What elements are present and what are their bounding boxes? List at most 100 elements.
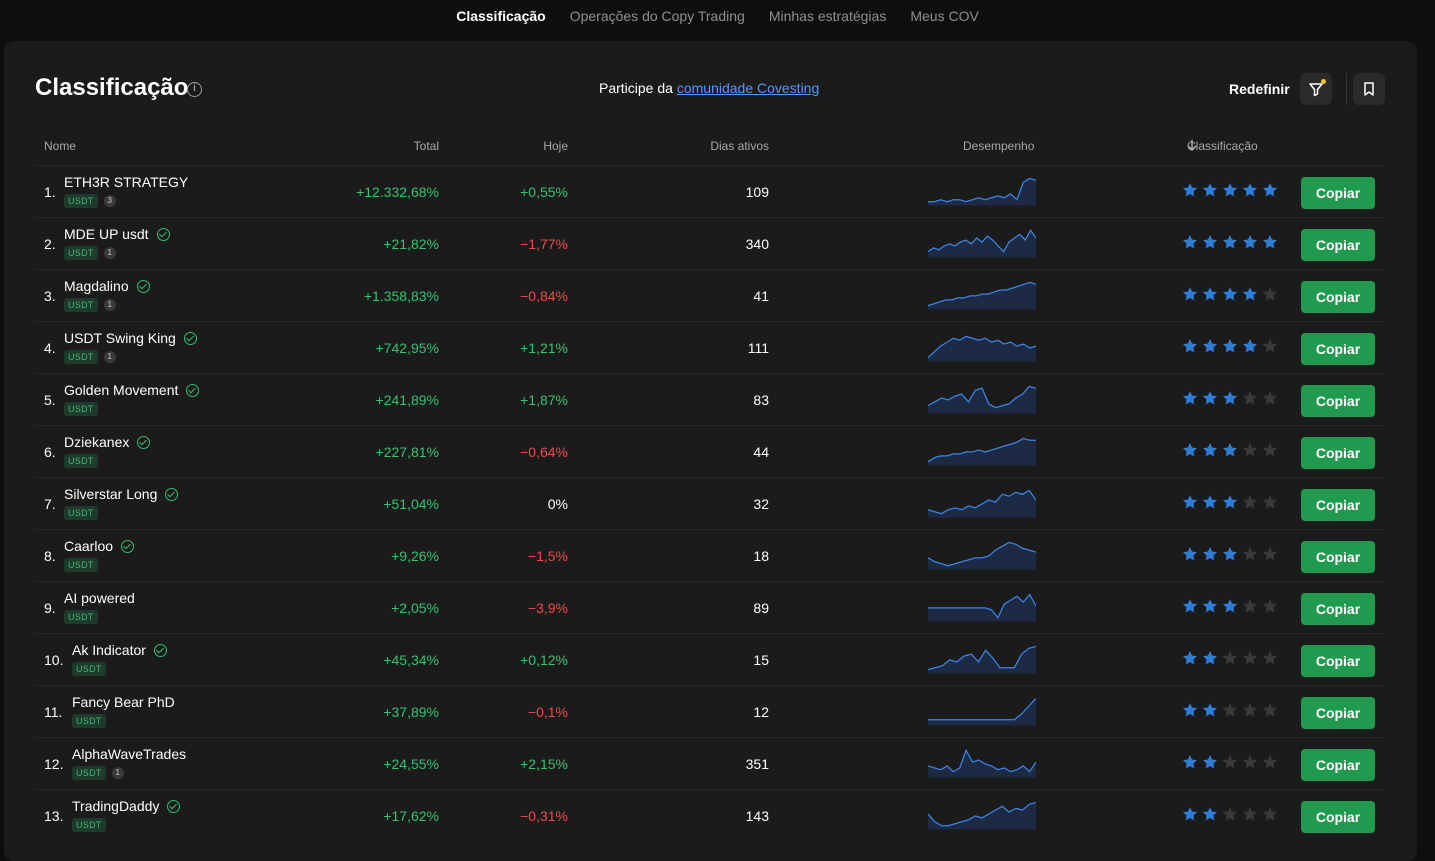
verified-icon (186, 383, 200, 397)
copy-button[interactable]: Copiar (1301, 593, 1375, 625)
active-days: 111 (747, 340, 769, 356)
currency-badge: USDT (64, 298, 98, 312)
strategy-name[interactable]: Dziekanex (64, 434, 151, 450)
star-empty-icon (1263, 547, 1277, 561)
reset-button[interactable]: Redefinir (1229, 81, 1290, 97)
table-row[interactable]: 6. Dziekanex USDT +227,81% −0,64% 44 Copiar (35, 425, 1385, 477)
star-empty-icon (1243, 807, 1257, 821)
performance-sparkline (928, 541, 1036, 570)
strategy-tags: USDT 1 (72, 766, 124, 780)
strategy-name[interactable]: Magdalino (64, 278, 150, 294)
copy-button[interactable]: Copiar (1301, 385, 1375, 417)
table-row[interactable]: 3. Magdalino USDT 1 +1.358,83% −0,84% 41 Copiar (35, 269, 1385, 321)
copy-button[interactable]: Copiar (1301, 489, 1375, 521)
table-row[interactable]: 5. Golden Movement USDT +241,89% +1,87% 83 Cop… (35, 373, 1385, 425)
verified-icon (156, 227, 170, 241)
strategy-name[interactable]: TradingDaddy (72, 798, 181, 814)
total-return: +241,89% (375, 392, 439, 408)
star-filled-icon (1203, 599, 1217, 613)
table-row[interactable]: 7. Silverstar Long USDT +51,04% 0% 32 Copiar (35, 477, 1385, 529)
total-return: +227,81% (375, 444, 439, 460)
star-empty-icon (1223, 703, 1237, 717)
star-filled-icon (1183, 235, 1197, 249)
currency-badge: USDT (64, 402, 98, 416)
performance-sparkline (928, 385, 1036, 414)
strategy-name[interactable]: USDT Swing King (64, 330, 197, 346)
today-return: +1,87% (520, 392, 568, 408)
rating-stars (1182, 286, 1278, 302)
strategy-name-label: MDE UP usdt (64, 226, 149, 242)
performance-sparkline (928, 645, 1036, 674)
strategy-name[interactable]: ETH3R STRATEGY (64, 174, 188, 190)
star-empty-icon (1243, 547, 1257, 561)
star-filled-icon (1203, 235, 1217, 249)
rank-number: 1. (44, 184, 56, 200)
col-days[interactable]: Dias ativos (710, 139, 769, 153)
currency-badge: USDT (64, 350, 98, 364)
copy-button[interactable]: Copiar (1301, 333, 1375, 365)
star-empty-icon (1243, 495, 1257, 509)
strategy-tags: USDT (72, 662, 106, 676)
performance-sparkline (928, 801, 1036, 830)
col-total[interactable]: Total (414, 139, 439, 153)
strategy-name[interactable]: AI powered (64, 590, 135, 606)
rating-stars (1182, 338, 1278, 354)
today-return: +0,55% (520, 184, 568, 200)
strategy-name-label: Golden Movement (64, 382, 179, 398)
strategy-name[interactable]: Fancy Bear PhD (72, 694, 175, 710)
copy-button[interactable]: Copiar (1301, 801, 1375, 833)
strategy-name[interactable]: Silverstar Long (64, 486, 179, 502)
currency-badge: USDT (72, 662, 106, 676)
rating-stars (1182, 390, 1278, 406)
bookmark-button[interactable] (1353, 73, 1385, 105)
strategy-name[interactable]: Golden Movement (64, 382, 200, 398)
table-row[interactable]: 4. USDT Swing King USDT 1 +742,95% +1,21% 111 C… (35, 321, 1385, 373)
currency-badge: USDT (64, 246, 98, 260)
table-row[interactable]: 11. Fancy Bear PhD USDT +37,89% −0,1% 12 Copia… (35, 685, 1385, 737)
today-return: −0,31% (520, 808, 568, 824)
col-rank[interactable]: Classificação (1187, 139, 1258, 153)
table-row[interactable]: 13. TradingDaddy USDT +17,62% −0,31% 143 Copia… (35, 789, 1385, 841)
tab-0[interactable]: Classificação (456, 8, 546, 34)
performance-sparkline (928, 177, 1036, 206)
star-filled-icon (1203, 287, 1217, 301)
strategy-name[interactable]: AlphaWaveTrades (72, 746, 186, 762)
table-row[interactable]: 9. AI powered USDT +2,05% −3,9% 89 Copiar (35, 581, 1385, 633)
today-return: +0,12% (520, 652, 568, 668)
strategy-name[interactable]: Ak Indicator (72, 642, 167, 658)
copy-button[interactable]: Copiar (1301, 229, 1375, 261)
rank-number: 4. (44, 340, 56, 356)
filter-button[interactable] (1300, 73, 1332, 105)
total-return: +51,04% (383, 496, 439, 512)
copy-button[interactable]: Copiar (1301, 437, 1375, 469)
copy-button[interactable]: Copiar (1301, 645, 1375, 677)
table-row[interactable]: 10. Ak Indicator USDT +45,34% +0,12% 15 Copiar (35, 633, 1385, 685)
tab-3[interactable]: Meus COV (910, 8, 978, 34)
copy-button[interactable]: Copiar (1301, 697, 1375, 729)
info-icon[interactable]: i (187, 82, 202, 97)
total-return: +21,82% (383, 236, 439, 252)
table-row[interactable]: 1. ETH3R STRATEGY USDT 3 +12.332,68% +0,55% 10… (35, 165, 1385, 217)
strategy-name-label: Fancy Bear PhD (72, 694, 175, 710)
tab-2[interactable]: Minhas estratégias (769, 8, 887, 34)
table-row[interactable]: 2. MDE UP usdt USDT 1 +21,82% −1,77% 340 Copiar (35, 217, 1385, 269)
copy-button[interactable]: Copiar (1301, 541, 1375, 573)
rank-number: 9. (44, 600, 56, 616)
table-row[interactable]: 8. Caarloo USDT +9,26% −1,5% 18 Copiar (35, 529, 1385, 581)
community-link[interactable]: comunidade Covesting (677, 80, 819, 96)
copy-button[interactable]: Copiar (1301, 177, 1375, 209)
strategy-name[interactable]: MDE UP usdt (64, 226, 170, 242)
today-return: +2,15% (520, 756, 568, 772)
star-filled-icon (1223, 235, 1237, 249)
strategy-name-label: Magdalino (64, 278, 129, 294)
col-performance: Desempenho (963, 139, 1035, 153)
col-today[interactable]: Hoje (543, 139, 568, 153)
active-days: 41 (753, 288, 769, 304)
strategy-name[interactable]: Caarloo (64, 538, 135, 554)
copy-button[interactable]: Copiar (1301, 281, 1375, 313)
copy-button[interactable]: Copiar (1301, 749, 1375, 781)
table-row[interactable]: 12. AlphaWaveTrades USDT 1 +24,55% +2,15% 351 C… (35, 737, 1385, 789)
count-badge: 1 (103, 247, 116, 259)
col-name[interactable]: Nome (44, 139, 76, 153)
tab-1[interactable]: Operações do Copy Trading (570, 8, 745, 34)
